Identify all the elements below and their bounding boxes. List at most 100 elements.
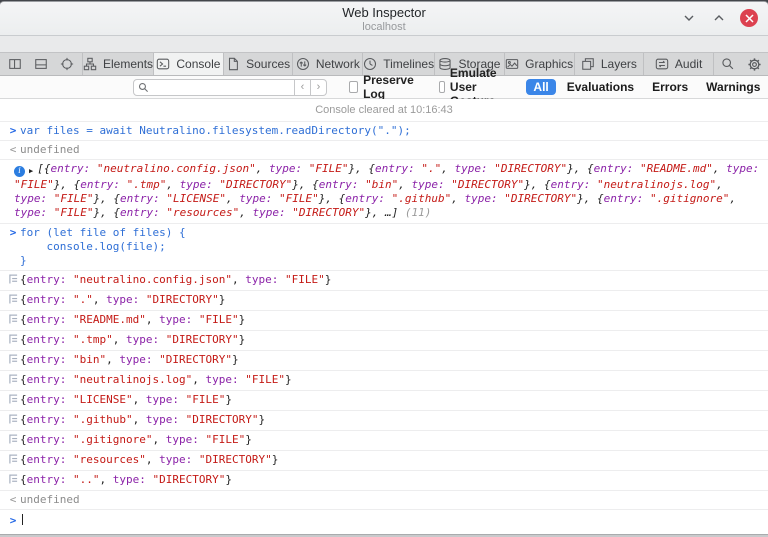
logged-object: {entry: ".gitignore", type: "FILE"} — [20, 433, 252, 447]
property-name: type: — [145, 393, 179, 406]
console-command-row[interactable]: > for (let file of files) { console.log(… — [0, 224, 768, 271]
command-text-multiline: for (let file of files) { console.log(fi… — [20, 226, 186, 267]
minimize-button[interactable] — [680, 9, 698, 27]
console-log-row[interactable]: {entry: ".github", type: "DIRECTORY"} — [0, 411, 768, 431]
tab-sources[interactable]: Sources — [223, 53, 294, 75]
search-input[interactable] — [152, 81, 282, 93]
console-array-preview-row[interactable]: i ▶ [{entry: "neutralino.config.json", t… — [0, 160, 768, 224]
console-result-row[interactable]: < undefined — [0, 491, 768, 510]
string-value: "DIRECTORY" — [152, 473, 226, 486]
token: , — [441, 162, 455, 175]
token: { — [113, 192, 120, 205]
dock-bottom-icon[interactable] — [32, 55, 50, 73]
console-result-row[interactable]: < undefined — [0, 141, 768, 160]
console-log-row[interactable]: {entry: ".gitignore", type: "FILE"} — [0, 431, 768, 451]
console-log-row[interactable]: {entry: ".tmp", type: "DIRECTORY"} — [0, 331, 768, 351]
string-value: "DIRECTORY" — [145, 293, 219, 306]
logged-object: {entry: ".github", type: "DIRECTORY"} — [20, 413, 265, 427]
checkbox-box — [438, 81, 445, 93]
token: , — [371, 206, 385, 219]
property-name: entry: — [26, 433, 67, 446]
property-name: type: — [159, 453, 193, 466]
string-value: "FILE" — [53, 206, 94, 219]
tab-network[interactable]: Network — [293, 53, 364, 75]
tab-label: Layers — [600, 57, 637, 71]
disclosure-triangle-icon[interactable]: ▶ — [29, 164, 33, 178]
audit-icon — [655, 57, 669, 71]
token: , — [192, 373, 206, 386]
string-value: "DIRECTORY" — [504, 192, 578, 205]
tab-audit[interactable]: Audit — [644, 53, 714, 75]
token: , — [92, 293, 107, 306]
network-icon — [296, 57, 310, 71]
search-group: ‹ › — [133, 78, 327, 96]
string-value: "neutralinojs.log" — [73, 373, 193, 386]
tab-graphics[interactable]: Graphics — [504, 53, 575, 75]
dock-side-icon[interactable] — [6, 55, 24, 73]
tab-layers[interactable]: Layers — [574, 53, 645, 75]
console-log-row[interactable]: {entry: "neutralinojs.log", type: "FILE"… — [0, 371, 768, 391]
string-value: "neutralinojs.log" — [596, 178, 717, 191]
token: } — [218, 293, 226, 306]
preserve-log-checkbox[interactable]: Preserve Log — [349, 73, 417, 101]
scope-filter-errors[interactable]: Errors — [645, 79, 695, 95]
console-log-icon — [6, 314, 20, 328]
timelines-icon — [363, 57, 377, 71]
token: , — [355, 162, 369, 175]
token: { — [596, 192, 604, 205]
tab-timelines[interactable]: Timelines — [363, 53, 436, 75]
command-prompt-glyph: > — [9, 124, 17, 137]
console-filterbar: ‹ › Preserve Log Emulate User Gesture Al… — [0, 66, 768, 108]
token: } — [324, 273, 332, 286]
scope-filter-warnings[interactable]: Warnings — [699, 79, 767, 95]
string-value: "FILE" — [53, 192, 94, 205]
logged-object: {entry: "bin", type: "DIRECTORY"} — [20, 353, 239, 367]
string-value: "DIRECTORY" — [198, 453, 272, 466]
console-log-area[interactable]: Console cleared at 10:16:43 > var files … — [0, 99, 768, 534]
token: , — [729, 192, 737, 205]
property-name: type: — [205, 373, 239, 386]
console-log-icon — [6, 354, 20, 368]
tab-label: Elements — [103, 57, 154, 71]
tab-elements[interactable]: Elements — [83, 53, 155, 75]
console-log-row[interactable]: {entry: "LICENSE", type: "FILE"} — [0, 391, 768, 411]
close-button[interactable] — [740, 9, 758, 27]
tab-console[interactable]: Console — [154, 53, 224, 75]
settings-gear-button[interactable] — [744, 54, 764, 74]
token: , — [100, 192, 114, 205]
token: { — [20, 313, 27, 326]
string-value: "DIRECTORY" — [451, 178, 525, 191]
tab-search-button[interactable] — [718, 54, 738, 74]
find-previous-button[interactable]: ‹ — [295, 78, 311, 96]
inspect-target-icon[interactable] — [58, 55, 76, 73]
console-log-row[interactable]: {entry: ".", type: "DIRECTORY"} — [0, 291, 768, 311]
titlebar[interactable]: Web Inspector localhost — [0, 2, 768, 36]
console-log-icon — [6, 334, 20, 348]
console-command-row[interactable]: > var files = await Neutralino.filesyste… — [0, 122, 768, 141]
scope-filter-all[interactable]: All — [526, 79, 556, 95]
search-field[interactable] — [133, 78, 295, 96]
find-next-button[interactable]: › — [311, 78, 327, 96]
maximize-button[interactable] — [710, 9, 728, 27]
token: , — [451, 192, 465, 205]
console-log-row[interactable]: {entry: "bin", type: "DIRECTORY"} — [0, 351, 768, 371]
console-log-icon — [6, 434, 20, 448]
string-value: "FILE" — [198, 313, 239, 326]
tabbar-extras — [714, 53, 768, 75]
string-value: "resources" — [73, 453, 146, 466]
console-log-row[interactable]: {entry: "resources", type: "DIRECTORY"} — [0, 451, 768, 471]
console-log-row[interactable]: {entry: "neutralino.config.json", type: … — [0, 271, 768, 291]
console-log-row[interactable]: {entry: "..", type: "DIRECTORY"} — [0, 471, 768, 491]
token: { — [113, 206, 120, 219]
property-name: entry: — [375, 162, 415, 175]
scope-filter-evaluations[interactable]: Evaluations — [560, 79, 641, 95]
property-name: entry: — [26, 333, 67, 346]
console-input-prompt[interactable]: > — [0, 510, 768, 534]
console-log-row[interactable]: {entry: "README.md", type: "FILE"} — [0, 311, 768, 331]
